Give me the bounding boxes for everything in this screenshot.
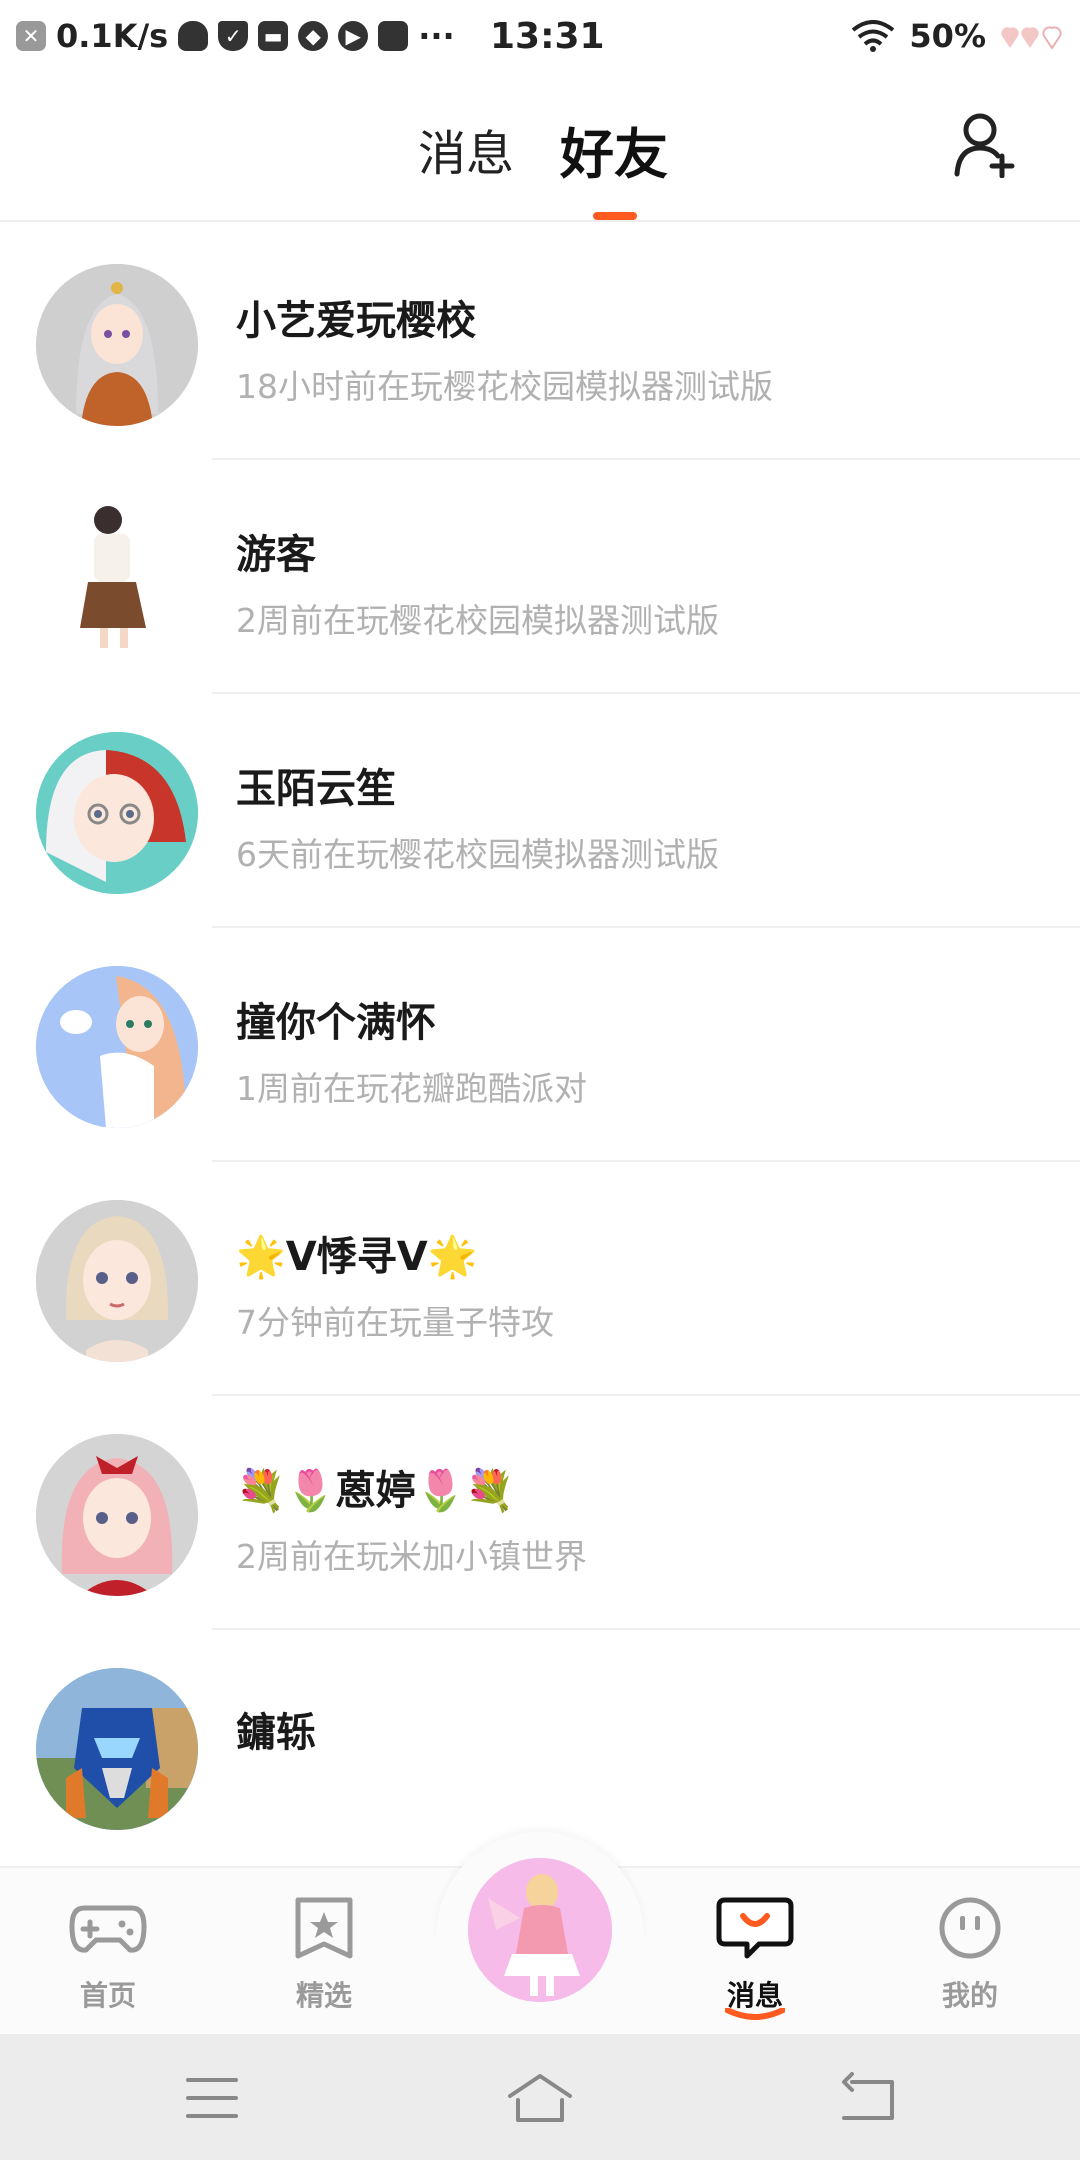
home-icon[interactable] [504, 2070, 576, 2126]
avatar [36, 1668, 198, 1830]
network-speed: 0.1K/s [56, 17, 169, 55]
friend-row[interactable]: 💐🌷蒽婷🌷💐 2周前在玩米加小镇世界 [0, 1396, 1080, 1630]
avatar [36, 264, 198, 426]
avatar [36, 966, 198, 1128]
battery-hearts-icon [1001, 26, 1062, 50]
nav-featured[interactable]: 精选 [264, 1896, 384, 2014]
nav-me-label: 我的 [941, 1979, 998, 2012]
friend-name: 鏞轹 [236, 1710, 316, 1756]
more-notifications-icon: ··· [418, 17, 455, 55]
friend-status: 1周前在玩花瓣跑酷派对 [236, 1069, 587, 1108]
avatar [36, 1200, 198, 1362]
friend-name: 游客 [236, 532, 316, 578]
featured-star-icon [295, 1897, 353, 1959]
friend-row[interactable]: 玉陌云笙 6天前在玩樱花校园模拟器测试版 [0, 694, 1080, 928]
status-bar: ✕ 0.1K/s ✓ ▬ ◆ ▶ ··· 13:31 50% [0, 0, 1080, 72]
friend-row[interactable]: 鏞轹 [0, 1630, 1080, 1864]
active-tab-indicator [593, 212, 637, 220]
avatar [36, 498, 198, 660]
gamepad-icon [69, 1905, 147, 1953]
shield-icon: ✓ [218, 21, 249, 51]
friend-row[interactable]: 游客 2周前在玩樱花校园模拟器测试版 [0, 460, 1080, 694]
tab-messages[interactable]: 消息 [418, 114, 514, 184]
nav-messages[interactable]: 消息 [695, 1896, 815, 2020]
nav-home-label: 首页 [79, 1979, 136, 2012]
nav-me[interactable]: 我的 [910, 1896, 1030, 2014]
friend-status: 7分钟前在玩量子特攻 [236, 1303, 554, 1342]
friend-status: 2周前在玩樱花校园模拟器测试版 [236, 601, 719, 640]
friend-name: 小艺爱玩樱校 [236, 298, 476, 344]
game-icon: ◆ [298, 21, 329, 51]
smiley-face-icon [939, 1897, 1001, 1959]
avatar [36, 732, 198, 894]
bottom-nav: 首页 精选 消息 我的 [0, 1832, 1080, 2034]
nav-messages-label: 消息 [726, 1979, 783, 2012]
status-left: ✕ 0.1K/s ✓ ▬ ◆ ▶ ··· [16, 17, 455, 55]
wifi-icon [852, 20, 895, 52]
friend-name: 💐🌷蒽婷🌷💐 [236, 1468, 516, 1514]
friend-row[interactable]: 小艺爱玩樱校 18小时前在玩樱花校园模拟器测试版 [0, 226, 1080, 460]
add-friend-icon[interactable] [954, 112, 1016, 178]
friend-name: 撞你个满怀 [236, 1000, 436, 1046]
friend-status: 6天前在玩樱花校园模拟器测试版 [236, 835, 719, 874]
friend-row[interactable]: 🌟V悸寻V🌟 7分钟前在玩量子特攻 [0, 1162, 1080, 1396]
mail-icon: ▬ [258, 21, 289, 51]
avatar [36, 1434, 198, 1596]
header: 消息 好友 [0, 72, 1080, 222]
nav-featured-label: 精选 [295, 1979, 352, 2012]
friend-status: 18小时前在玩樱花校园模拟器测试版 [236, 367, 773, 406]
cloud-icon [178, 21, 209, 51]
friend-row[interactable]: 撞你个满怀 1周前在玩花瓣跑酷派对 [0, 928, 1080, 1162]
friends-list: 小艺爱玩樱校 18小时前在玩樱花校园模拟器测试版 游客 2周前在玩樱花校园模拟器… [0, 226, 1080, 1864]
friend-status: 2周前在玩米加小镇世界 [236, 1537, 587, 1576]
center-avatar-button[interactable] [468, 1858, 612, 2002]
app-icon [378, 21, 409, 51]
clock: 13:31 [490, 16, 605, 57]
close-notification-icon: ✕ [16, 21, 46, 51]
tab-friends[interactable]: 好友 [560, 110, 668, 189]
system-nav-bar [0, 2034, 1080, 2160]
friend-name: 🌟V悸寻V🌟 [236, 1234, 478, 1280]
back-icon[interactable] [832, 2070, 904, 2126]
play-icon: ▶ [338, 21, 369, 51]
status-right: 50% [851, 0, 1064, 72]
messages-bubble-icon [716, 1897, 794, 1959]
menu-icon[interactable] [176, 2070, 248, 2126]
nav-home[interactable]: 首页 [48, 1896, 168, 2014]
friend-name: 玉陌云笙 [236, 766, 396, 812]
battery-level: 50% [909, 17, 986, 55]
